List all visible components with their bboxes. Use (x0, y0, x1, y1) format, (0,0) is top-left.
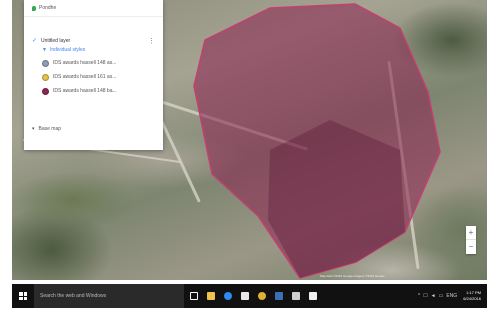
feature-item[interactable]: IDS awards hassell 148 as... (24, 58, 163, 68)
clock[interactable]: 1:17 PM 6/24/2016 (463, 290, 481, 302)
word-icon[interactable] (272, 284, 286, 308)
windows-logo-icon (19, 292, 27, 300)
taskbar-search-box[interactable]: Search the web and Windows (34, 284, 184, 308)
photos-icon[interactable] (289, 284, 303, 308)
style-label[interactable]: Individual styles (50, 47, 85, 53)
feature-label[interactable]: IDS awards hassell 161 as... (53, 74, 116, 80)
checkbox-icon[interactable]: ✓ (32, 38, 37, 44)
search-text: Pondhe (39, 5, 57, 11)
feature-swatch-icon (42, 59, 49, 67)
zoom-control: + − (466, 226, 476, 254)
language-indicator[interactable]: ENG (446, 293, 457, 299)
system-tray: ^ ☐ ◄ ▭ ENG 1:17 PM 6/24/2016 (418, 284, 481, 308)
volume-icon[interactable]: ◄ (431, 293, 436, 299)
map-attribution: Map data ©2016 Google Imagery ©2016 Goog… (320, 274, 385, 278)
more-options-icon[interactable]: ⋮ (148, 38, 155, 45)
battery-icon[interactable]: ▭ (439, 293, 444, 299)
network-icon[interactable]: ☐ (423, 293, 427, 299)
feature-swatch-icon (42, 87, 49, 95)
task-view-icon[interactable] (187, 284, 201, 308)
onenote-icon[interactable] (306, 284, 320, 308)
zoom-in-button[interactable]: + (466, 226, 476, 239)
layer-title[interactable]: Untitled layer (41, 38, 148, 44)
file-explorer-icon[interactable] (204, 284, 218, 308)
feature-item[interactable]: IDS awards hassell 148 ba... (24, 86, 163, 96)
start-button[interactable] (12, 284, 34, 308)
taskbar-search-placeholder[interactable]: Search the web and Windows (40, 293, 106, 299)
style-link[interactable]: ▼ Individual styles (24, 46, 163, 54)
base-map-label[interactable]: Base map (39, 126, 62, 132)
store-icon[interactable] (238, 284, 252, 308)
layers-panel: Pondhe ✓ Untitled layer ⋮ ▼ Individual s… (24, 0, 163, 150)
place-marker-icon (32, 5, 36, 11)
polygon-shade (268, 120, 405, 278)
layer-header[interactable]: ✓ Untitled layer ⋮ (24, 37, 163, 45)
paint-bucket-icon: ▼ (42, 47, 47, 53)
feature-label[interactable]: IDS awards hassell 148 as... (53, 60, 116, 66)
edge-icon[interactable] (221, 284, 235, 308)
taskbar: Search the web and Windows ^ ☐ ◄ ▭ ENG 1… (12, 284, 487, 308)
feature-label[interactable]: IDS awards hassell 148 ba... (53, 88, 117, 94)
clock-date: 6/24/2016 (463, 296, 481, 301)
chevron-down-icon: ▾ (32, 126, 35, 132)
show-hidden-icon[interactable]: ^ (418, 293, 420, 299)
feature-item[interactable]: IDS awards hassell 161 as... (24, 72, 163, 82)
feature-swatch-icon (42, 73, 49, 81)
tray-icons: ^ ☐ ◄ ▭ ENG (418, 293, 457, 299)
base-map-toggle[interactable]: ▾ Base map (32, 126, 61, 132)
zoom-out-button[interactable]: − (466, 240, 476, 253)
chrome-icon[interactable] (255, 284, 269, 308)
search-bar[interactable]: Pondhe (24, 0, 163, 17)
screen: Pondhe ✓ Untitled layer ⋮ ▼ Individual s… (0, 0, 493, 313)
